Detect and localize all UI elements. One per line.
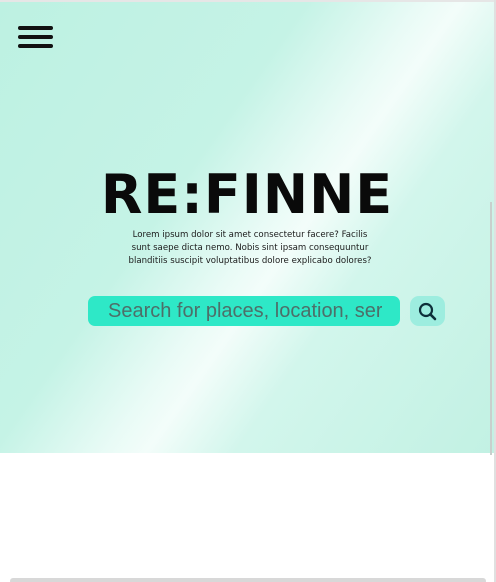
search-input[interactable] [88, 296, 400, 326]
brand-title: RE:FINNE [100, 163, 394, 226]
search-icon [418, 302, 437, 321]
hamburger-menu-icon [18, 26, 53, 30]
tagline-line: Lorem ipsum dolor sit amet consectetur f… [132, 230, 368, 240]
hero-tagline: Lorem ipsum dolor sit amet consectetur f… [100, 229, 400, 268]
hero-section: RE:FINNE Lorem ipsum dolor sit amet cons… [0, 2, 494, 455]
page: RE:FINNE Lorem ipsum dolor sit amet cons… [0, 0, 496, 582]
horizontal-scrollbar[interactable] [10, 578, 486, 582]
hamburger-menu-icon-bar [18, 44, 53, 48]
search-button[interactable] [410, 296, 445, 326]
hamburger-menu-icon-bar [18, 35, 53, 39]
tagline-line: sunt saepe dicta nemo. Nobis sint ipsam … [131, 243, 369, 253]
tagline-line: blanditiis suscipit voluptatibus dolore … [128, 256, 372, 266]
hamburger-menu-button[interactable] [18, 26, 53, 50]
scrollbar-track[interactable] [490, 202, 492, 455]
